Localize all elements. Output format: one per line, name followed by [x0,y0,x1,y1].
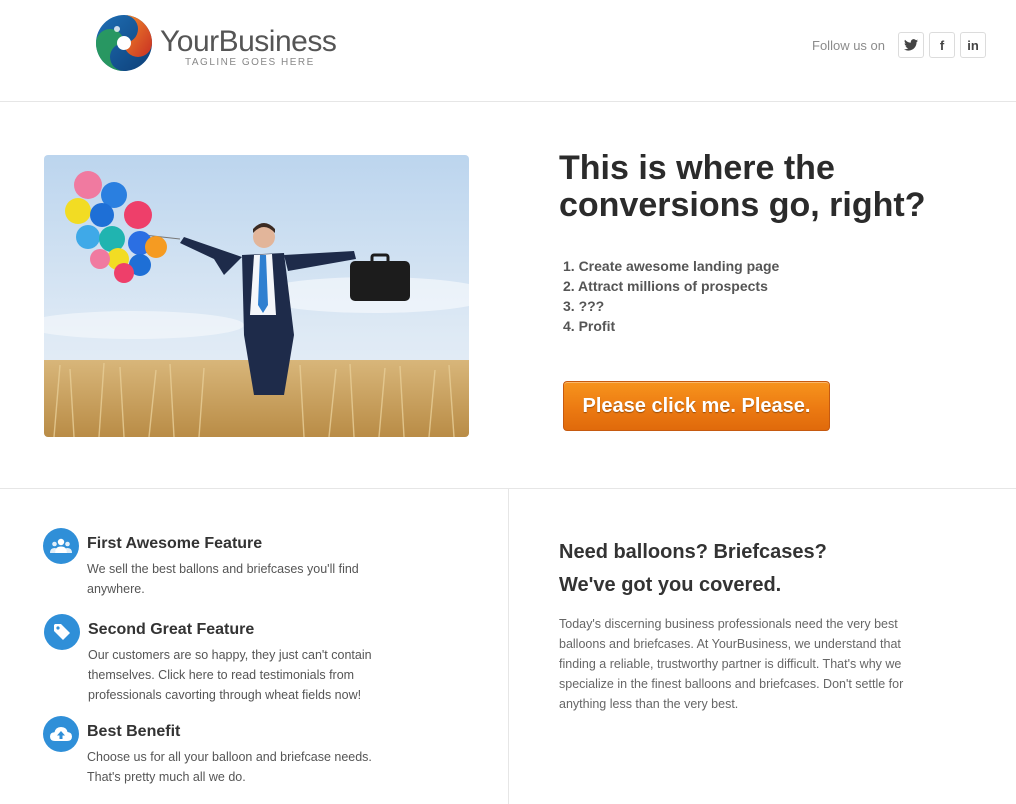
feature-text[interactable]: Our customers are so happy, they just ca… [88,645,398,705]
logo-tagline: TAGLINE GOES HERE [185,57,315,68]
cta-button[interactable]: Please click me. Please. [563,381,830,431]
feature-item-2: Second Great Feature Our customers are s… [44,614,444,710]
feature-item-3: Best Benefit Choose us for all your ball… [43,716,443,796]
feature-title: Best Benefit [87,723,181,740]
feature-item-1: First Awesome Feature We sell the best b… [43,528,443,608]
column-divider [508,489,509,804]
side-heading: Need balloons? Briefcases? We've got you… [559,536,979,602]
list-item: 2. Attract millions of prospects [563,278,768,294]
cloud-upload-icon [43,716,79,752]
list-item: 4. Profit [563,318,616,334]
site-header: YourBusiness TAGLINE GOES HERE Follow us… [0,0,1016,102]
users-icon [43,528,79,564]
linkedin-button[interactable]: in [960,32,986,58]
tag-icon [44,614,80,650]
side-body: Today's discerning business professional… [559,617,904,711]
follow-label: Follow us on [812,37,885,53]
hero-title: This is where the conversions go, right? [559,149,926,224]
feature-text: We sell the best ballons and briefcases … [87,562,359,596]
list-item: 1. Create awesome landing page [563,258,780,274]
logo-name: YourBusiness [160,25,337,58]
feature-title: Second Great Feature [88,621,255,638]
twitter-icon [904,39,918,51]
linkedin-icon: in [967,37,979,53]
facebook-button[interactable]: f [929,32,955,58]
logo-mark-icon [96,15,152,71]
social-follow: Follow us on f in [812,31,986,59]
facebook-icon: f [939,37,945,53]
logo[interactable]: YourBusiness TAGLINE GOES HERE [94,14,354,74]
hero-image [44,155,469,437]
feature-text: Choose us for all your balloon and brief… [87,750,372,784]
cta-label: Please click me. Please. [582,394,811,417]
steps-list: 1. Create awesome landing page 2. Attrac… [563,256,779,336]
list-item: 3. ??? [563,298,605,314]
twitter-button[interactable] [898,32,924,58]
side-heading-line-2: We've got you covered. [559,574,782,596]
side-heading-line-1: Need balloons? Briefcases? [559,541,827,563]
feature-title: First Awesome Feature [87,535,263,552]
